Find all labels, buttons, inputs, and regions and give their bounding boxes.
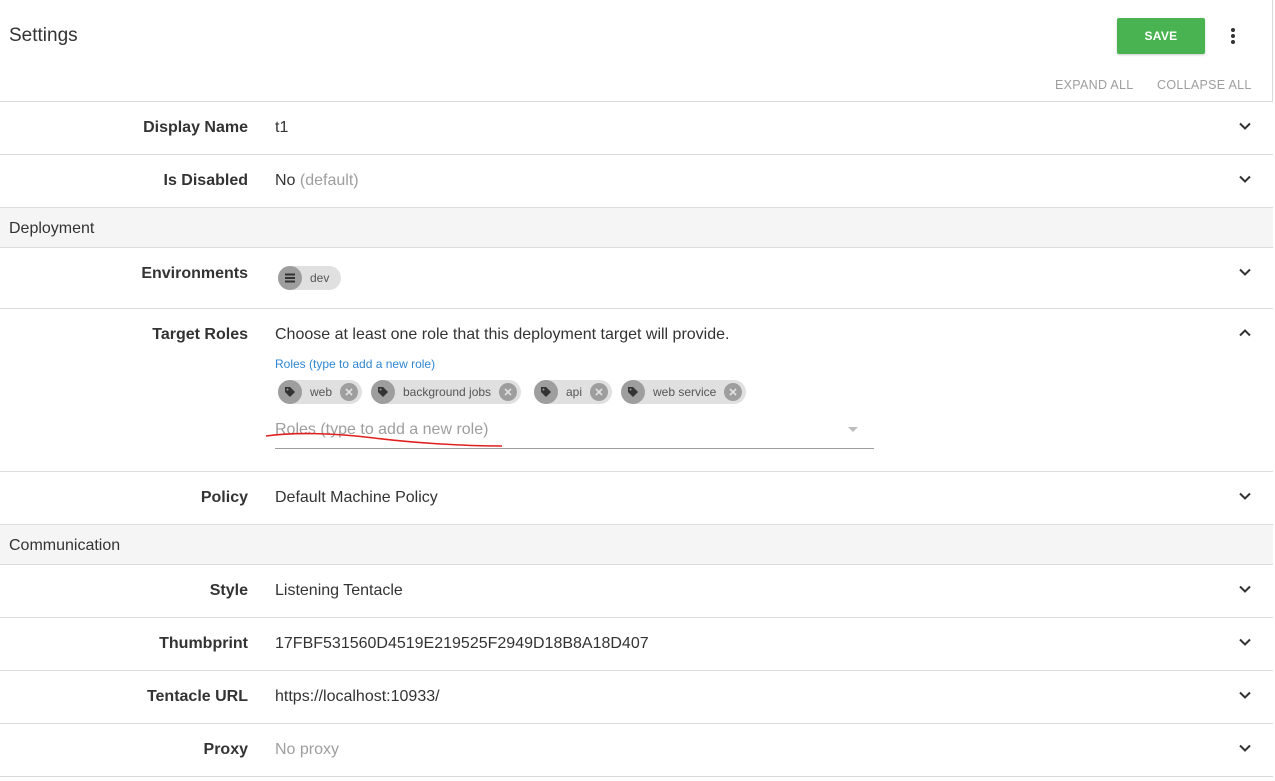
settings-page: Settings SAVE EXPAND ALL COLLAPSE ALL Di… <box>0 0 1273 777</box>
style-row[interactable]: Style Listening Tentacle <box>0 564 1273 617</box>
policy-label: Policy <box>200 489 248 506</box>
close-circle-icon[interactable] <box>499 383 518 401</box>
page-title: Settings <box>9 25 78 46</box>
target-roles-description: Choose at least one role that this deplo… <box>275 326 730 343</box>
chevron-up-icon[interactable] <box>1235 323 1255 343</box>
environments-label: Environments <box>141 265 248 282</box>
environment-chip-label: dev <box>310 271 330 285</box>
is-disabled-row[interactable]: Is Disabled No (default) <box>0 154 1273 207</box>
environments-row[interactable]: Environments dev <box>0 247 1273 308</box>
role-chip: web <box>278 380 363 404</box>
more-vert-icon <box>1231 28 1235 44</box>
proxy-value: No proxy <box>275 741 340 758</box>
role-chip-label: web <box>310 385 333 399</box>
tentacle-url-row[interactable]: Tentacle URL https://localhost:10933/ <box>0 670 1273 723</box>
role-chip: api <box>534 380 613 404</box>
expand-all-link[interactable]: EXPAND ALL <box>1055 78 1134 92</box>
role-chip-label: api <box>566 385 583 399</box>
proxy-row[interactable]: Proxy No proxy <box>0 723 1273 776</box>
chevron-down-icon[interactable] <box>1235 685 1255 705</box>
list-icon <box>278 266 302 290</box>
deployment-section-header: Deployment <box>0 207 1273 247</box>
thumbprint-row[interactable]: Thumbprint 17FBF531560D4519E219525F2949D… <box>0 617 1273 670</box>
collapse-all-link[interactable]: COLLAPSE ALL <box>1157 78 1252 92</box>
tentacle-url-value: https://localhost:10933/ <box>275 688 440 705</box>
role-chip-label: background jobs <box>403 385 492 399</box>
is-disabled-default-suffix: (default) <box>299 172 359 189</box>
chevron-down-icon[interactable] <box>1235 262 1255 282</box>
deployment-section-title: Deployment <box>9 220 95 237</box>
chevron-down-icon[interactable] <box>1235 486 1255 506</box>
chevron-down-icon[interactable] <box>1235 738 1255 758</box>
role-chip-label: web service <box>653 385 717 399</box>
is-disabled-value: No (default) <box>275 172 359 190</box>
close-circle-icon[interactable] <box>590 383 609 401</box>
tag-icon <box>278 380 302 404</box>
communication-section-title: Communication <box>9 537 121 554</box>
chevron-down-icon[interactable] <box>1235 579 1255 599</box>
close-circle-icon[interactable] <box>340 383 359 401</box>
chevron-down-icon[interactable] <box>1235 632 1255 652</box>
is-disabled-label: Is Disabled <box>163 172 248 189</box>
policy-row[interactable]: Policy Default Machine Policy <box>0 471 1273 524</box>
target-roles-row: Target Roles Choose at least one role th… <box>0 308 1273 471</box>
dropdown-arrow-icon[interactable] <box>848 427 858 433</box>
roles-field-hint: Roles (type to add a new role) <box>275 357 436 371</box>
style-value: Listening Tentacle <box>275 582 403 599</box>
thumbprint-value: 17FBF531560D4519E219525F2949D18B8A18D407 <box>275 635 649 652</box>
role-chip: web service <box>621 380 747 404</box>
thumbprint-label: Thumbprint <box>159 635 248 652</box>
role-chip: background jobs <box>371 380 522 404</box>
save-button[interactable]: SAVE <box>1117 18 1205 54</box>
tentacle-url-label: Tentacle URL <box>146 688 248 705</box>
policy-value: Default Machine Policy <box>275 489 438 506</box>
tag-icon <box>534 380 558 404</box>
tag-icon <box>371 380 395 404</box>
close-circle-icon[interactable] <box>724 383 743 401</box>
proxy-label: Proxy <box>203 741 248 758</box>
annotation-underline <box>265 432 503 447</box>
chevron-down-icon[interactable] <box>1235 116 1255 136</box>
is-disabled-value-text: No <box>275 172 296 189</box>
communication-section-header: Communication <box>0 524 1273 564</box>
settings-header: Settings SAVE EXPAND ALL COLLAPSE ALL <box>0 0 1273 100</box>
environment-chip: dev <box>278 266 342 290</box>
tag-icon <box>621 380 645 404</box>
display-name-row[interactable]: Display Name t1 <box>0 101 1273 154</box>
style-label: Style <box>209 582 248 599</box>
display-name-label: Display Name <box>143 119 248 136</box>
target-roles-label: Target Roles <box>152 326 248 343</box>
chevron-down-icon[interactable] <box>1235 169 1255 189</box>
display-name-value: t1 <box>275 119 289 136</box>
more-options-button[interactable] <box>1222 24 1244 48</box>
